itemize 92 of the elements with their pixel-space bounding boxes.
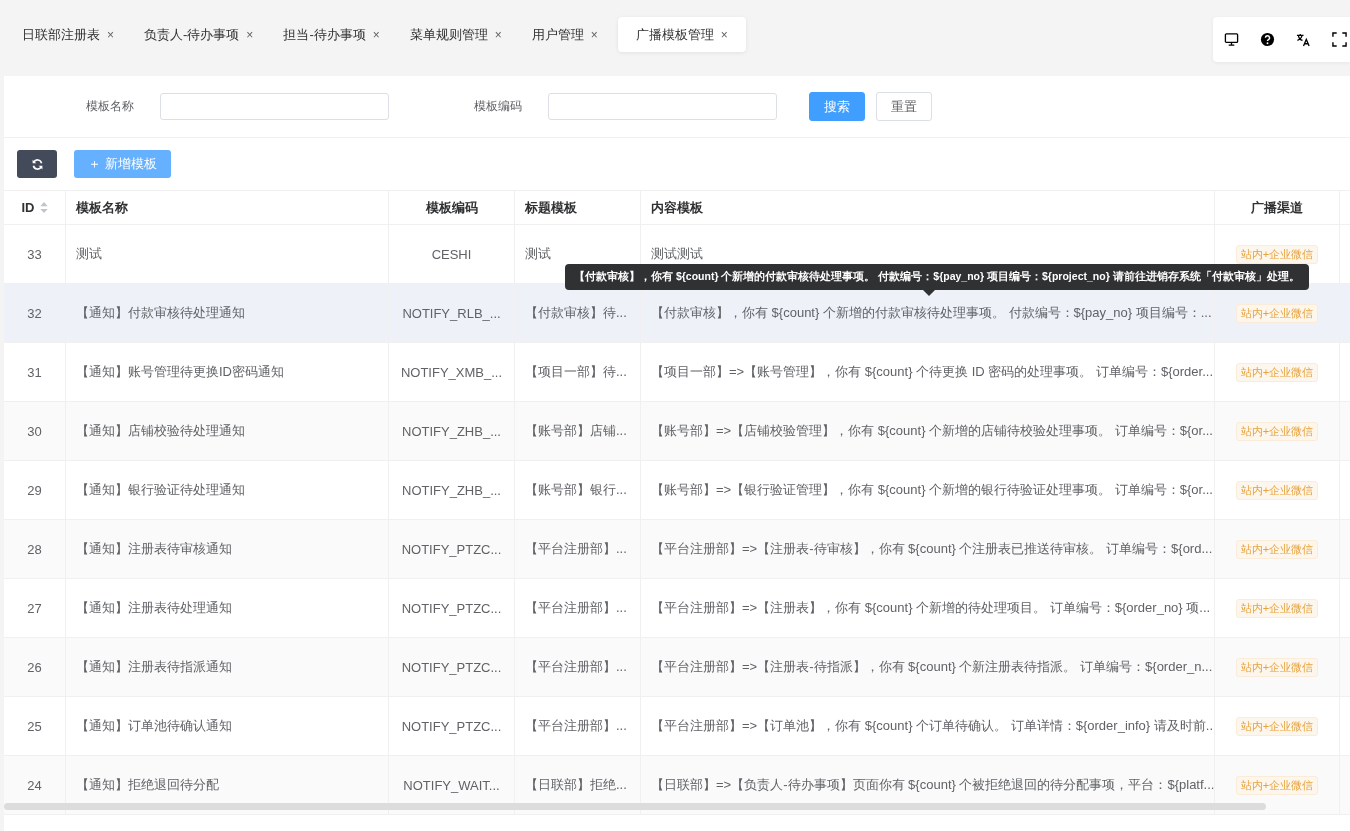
tab[interactable]: 广播模板管理 × [617,17,746,52]
channel-tag: 站内+企业微信 [1235,598,1319,618]
table-cell: 27 [27,600,42,616]
table-cell: 【通知】银行验证待处理通知 [76,481,245,499]
tooltip-arrow [923,290,935,296]
table-cell: NOTIFY_XMB_... [400,364,503,380]
input-field[interactable] [160,93,389,120]
table-cell: 【通知】订单池待确认通知 [76,717,232,735]
table-cell: 32 [27,305,42,321]
close-icon[interactable]: × [372,27,380,42]
table-cell: NOTIFY_PTZC... [401,600,502,616]
channel-tag: 站内+企业微信 [1235,716,1319,736]
column-header: 内容模板 [641,191,1215,225]
table-cell: 25 [27,718,42,734]
tab[interactable]: 用户管理 × [521,17,612,52]
channel-tag: 站内+企业微信 [1235,421,1319,441]
table-cell: 【通知】付款审核待处理通知 [76,304,245,322]
column-header: 模板名称 [66,191,389,225]
table-cell: 【通知】拒绝退回待分配 [76,776,219,794]
table-cell: NOTIFY_WAIT... [403,777,500,793]
table-cell: 【付款审核】，你有 ${count} 个新增的付款审核待处理事项。 付款编号：${pay_no} 项目编号：... [651,304,1212,322]
table-cell: 31 [27,364,42,380]
table-cell: NOTIFY_RLB_... [402,305,501,321]
table-cell: 【账号部】=>【银行验证管理】，你有 ${count} 个新增的银行待验证处理事项。 订单编号：${or... [651,481,1213,499]
close-icon[interactable]: × [720,27,728,42]
translate-icon[interactable] [1296,32,1311,47]
close-icon[interactable]: × [107,27,114,42]
table-cell: 【平台注册部】=>【订单池】，你有 ${count} 个订单待确认。 订单详情：${order_info} 请及时前... [651,717,1214,735]
column-header: 模板编码 [389,191,515,225]
table-cell: 【通知】注册表待审核通知 [76,540,232,558]
column-header[interactable]: ID [21,200,35,215]
column-header: 标题模板 [515,191,641,225]
table-cell: 【账号部】=>【店铺校验管理】，你有 ${count} 个新增的店铺待校验处理事项。 订单编号：${or... [651,422,1213,440]
table-cell: 测试测试 [651,245,703,263]
table-cell: 【通知】店铺校验待处理通知 [76,422,245,440]
tab[interactable]: 日联部注册表 × [12,17,128,52]
channel-tag: 站内+企业微信 [1235,362,1319,382]
table-cell: 【平台注册部】... [525,540,627,558]
field-label: 模板编码 [474,98,523,115]
field-label: 模板名称 [86,98,135,115]
table-cell: 【平台注册部】... [525,658,627,676]
refresh-button[interactable] [17,150,57,178]
table-cell: CESHI [431,246,472,262]
refresh-icon[interactable] [30,157,44,171]
table-cell: NOTIFY_PTZC... [401,659,502,675]
table-cell: 【日联部】=>【负责人-待办事项】页面你有 ${count} 个被拒绝退回的待分配事项，平台：${platf... [651,776,1214,794]
table-cell: NOTIFY_ZHB_... [402,482,501,498]
channel-tag: 站内+企业微信 [1235,303,1319,323]
table-cell: NOTIFY_ZHB_... [402,423,501,439]
table-cell: 【平台注册部】... [525,717,627,735]
fullscreen-icon[interactable] [1332,32,1347,47]
close-icon[interactable]: × [494,27,502,42]
tab[interactable]: 担当-待办事项 × [273,17,394,52]
table-cell: 测试 [76,245,102,263]
table-cell: 【平台注册部】... [525,599,627,617]
table-cell: 【平台注册部】=>【注册表】，你有 ${count} 个新增的待处理项目。 订单编号：${order_no} 项... [651,599,1211,617]
monitor-icon[interactable] [1224,32,1239,47]
channel-tag: 站内+企业微信 [1235,657,1319,677]
table-cell: 26 [27,659,42,675]
table-cell: 【账号部】银行... [525,481,627,499]
channel-tag: 站内+企业微信 [1235,480,1319,500]
table-cell: 【账号部】店铺... [525,422,627,440]
channel-tag: 站内+企业微信 [1235,244,1319,264]
table-cell: 【项目一部】待... [525,363,627,381]
table-cell: 【平台注册部】=>【注册表-待审核】，你有 ${count} 个注册表已推送待审核。 订单编号：${ord... [651,540,1213,558]
table-cell: 【日联部】拒绝... [525,776,627,794]
table-cell: 【通知】账号管理待更换ID密码通知 [76,363,284,381]
table-cell: 29 [27,482,42,498]
tooltip: 【付款审核】，你有 ${count} 个新增的付款审核待处理事项。 付款编号：${pay_no} 项目编号：${project_no} 请前往进销存系统「付款审核」处理。 [565,264,1309,290]
table-cell: 【付款审核】待... [525,304,627,322]
table-cell: 28 [27,541,42,557]
tab[interactable]: 菜单规则管理 × [399,17,516,52]
table-cell: 测试 [525,245,551,263]
close-icon[interactable]: × [246,27,254,42]
input-field[interactable] [548,93,777,120]
table-cell: 24 [27,777,42,793]
table-cell: 【通知】注册表待处理通知 [76,599,232,617]
channel-tag: 站内+企业微信 [1235,775,1319,795]
table-cell: 33 [27,246,42,262]
table-cell: 【项目一部】=>【账号管理】，你有 ${count} 个待更换 ID 密码的处理事项。 订单编号：${order... [651,363,1213,381]
horizontal-scrollbar[interactable] [4,803,1266,810]
close-icon[interactable]: × [590,27,598,42]
column-header: 广播渠道 [1215,191,1340,225]
table-cell: NOTIFY_PTZC... [401,718,502,734]
reset-button[interactable]: 重置 [876,92,932,121]
table-cell: 30 [27,423,42,439]
help-icon[interactable] [1260,32,1275,47]
table-cell: 【平台注册部】=>【注册表-待指派】，你有 ${count} 个新注册表待指派。 订单编号：${order_n... [651,658,1213,676]
tab[interactable]: 负责人-待办事项 × [134,17,268,52]
table-cell: 【通知】注册表待指派通知 [76,658,232,676]
channel-tag: 站内+企业微信 [1235,539,1319,559]
table-cell: NOTIFY_PTZC... [401,541,502,557]
